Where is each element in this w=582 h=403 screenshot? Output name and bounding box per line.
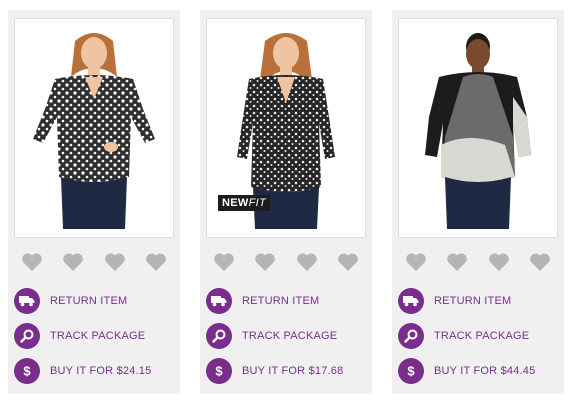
heart-icon[interactable]	[488, 252, 510, 272]
dollar-icon[interactable]: $	[398, 358, 424, 384]
buy-it-action[interactable]: $ BUY IT FOR $24.15	[14, 358, 151, 384]
track-package-action[interactable]: TRACK PACKAGE	[14, 323, 145, 349]
buy-it-label[interactable]: BUY IT FOR $24.15	[50, 365, 151, 377]
product-card: RETURN ITEM TRACK PACKAGE $ BUY IT FOR $…	[392, 10, 564, 394]
buy-it-label[interactable]: BUY IT FOR $17.68	[242, 365, 343, 377]
return-item-label[interactable]: RETURN ITEM	[50, 295, 127, 307]
track-package-label[interactable]: TRACK PACKAGE	[242, 330, 337, 342]
buy-it-label[interactable]: BUY IT FOR $44.45	[434, 365, 535, 377]
heart-icon[interactable]	[213, 252, 235, 272]
magnifier-icon[interactable]	[206, 323, 232, 349]
heart-icon[interactable]	[337, 252, 359, 272]
heart-icon[interactable]	[446, 252, 468, 272]
track-package-action[interactable]: TRACK PACKAGE	[398, 323, 529, 349]
heart-icon[interactable]	[254, 252, 276, 272]
return-item-label[interactable]: RETURN ITEM	[242, 295, 319, 307]
buy-it-action[interactable]: $ BUY IT FOR $17.68	[206, 358, 343, 384]
track-package-action[interactable]: TRACK PACKAGE	[206, 323, 337, 349]
product-photo[interactable]	[409, 27, 547, 229]
heart-icon[interactable]	[529, 252, 551, 272]
product-photo-frame[interactable]: NEWFIT	[206, 18, 366, 238]
svg-text:$: $	[215, 364, 223, 378]
heart-icon[interactable]	[21, 252, 43, 272]
dollar-icon[interactable]: $	[206, 358, 232, 384]
badge-new-text: NEW	[222, 197, 249, 209]
dollar-icon[interactable]: $	[14, 358, 40, 384]
delivery-truck-icon[interactable]	[14, 288, 40, 314]
heart-icon[interactable]	[405, 252, 427, 272]
track-package-label[interactable]: TRACK PACKAGE	[434, 330, 529, 342]
svg-text:$: $	[23, 364, 31, 378]
return-item-action[interactable]: RETURN ITEM	[398, 288, 511, 314]
return-item-action[interactable]: RETURN ITEM	[14, 288, 127, 314]
rating-hearts	[395, 252, 561, 272]
svg-text:$: $	[407, 364, 415, 378]
return-item-label[interactable]: RETURN ITEM	[434, 295, 511, 307]
heart-icon[interactable]	[145, 252, 167, 272]
badge-fit-text: FIT	[248, 197, 266, 209]
product-card: RETURN ITEM TRACK PACKAGE $ BUY IT FOR $…	[8, 10, 180, 394]
product-photo-frame[interactable]	[398, 18, 558, 238]
heart-icon[interactable]	[104, 252, 126, 272]
new-fit-badge: NEWFIT	[218, 195, 270, 211]
rating-hearts	[203, 252, 369, 272]
model-colorblock-sweater-image	[425, 33, 531, 229]
delivery-truck-icon[interactable]	[206, 288, 232, 314]
heart-icon[interactable]	[62, 252, 84, 272]
magnifier-icon[interactable]	[398, 323, 424, 349]
product-grid: RETURN ITEM TRACK PACKAGE $ BUY IT FOR $…	[0, 0, 582, 403]
product-card: NEWFIT RETURN ITEM TRACK PACKAGE $ BUY I…	[200, 10, 372, 394]
model-wrap-top-image	[33, 33, 155, 229]
heart-icon[interactable]	[296, 252, 318, 272]
buy-it-action[interactable]: $ BUY IT FOR $44.45	[398, 358, 535, 384]
rating-hearts	[11, 252, 177, 272]
product-photo[interactable]	[25, 27, 163, 229]
product-photo-frame[interactable]	[14, 18, 174, 238]
delivery-truck-icon[interactable]	[398, 288, 424, 314]
magnifier-icon[interactable]	[14, 323, 40, 349]
return-item-action[interactable]: RETURN ITEM	[206, 288, 319, 314]
track-package-label[interactable]: TRACK PACKAGE	[50, 330, 145, 342]
